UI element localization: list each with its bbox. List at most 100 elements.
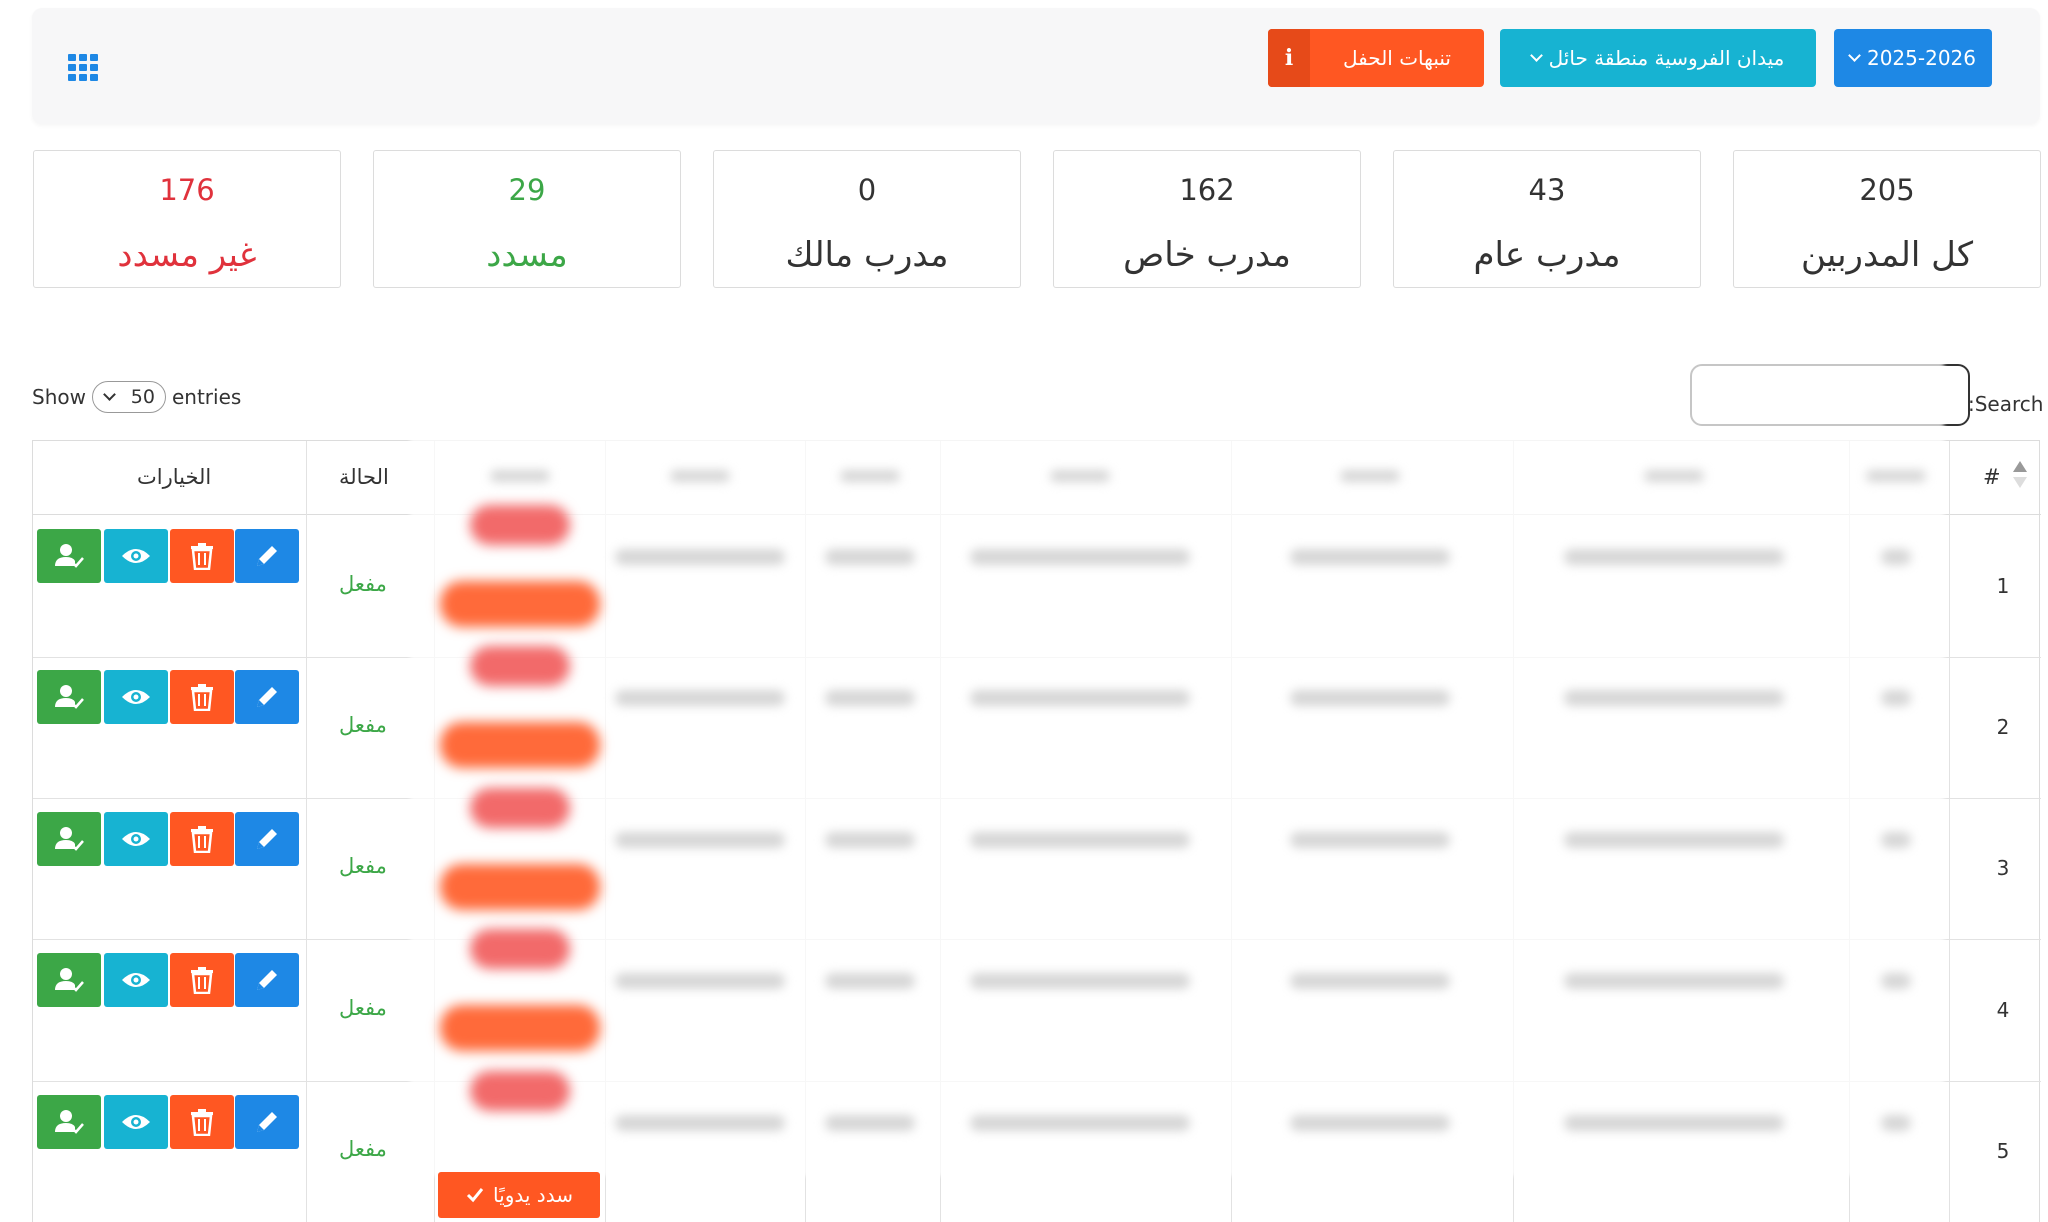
blurred-cell — [970, 832, 1190, 848]
pencil-icon — [257, 546, 277, 566]
blurred-header — [1866, 470, 1926, 482]
blurred-cell — [1564, 973, 1784, 989]
blurred-cell — [970, 690, 1190, 706]
stat-label: كل المدربين — [1800, 235, 1974, 275]
view-button[interactable] — [104, 1095, 168, 1149]
entries-select[interactable]: 50 — [91, 381, 166, 413]
blurred-cell — [970, 1115, 1190, 1131]
delete-button[interactable] — [170, 812, 234, 866]
delete-button[interactable] — [170, 953, 234, 1007]
stat-value: 29 — [508, 173, 546, 207]
stat-label: مسدد — [486, 235, 568, 275]
entries-label: entries — [171, 385, 242, 409]
row-number: 1 — [1996, 574, 2010, 598]
chevron-down-icon — [1848, 49, 1861, 62]
status-badge: مفعل — [339, 854, 387, 878]
blurred-cell — [1564, 1115, 1784, 1131]
eye-icon — [122, 1115, 150, 1129]
eye-icon — [122, 832, 150, 846]
user-check-icon — [55, 1110, 84, 1134]
blurred-cell — [1290, 549, 1450, 565]
assign-user-button[interactable] — [37, 1095, 101, 1149]
edit-button[interactable] — [235, 1095, 299, 1149]
user-check-icon — [55, 827, 84, 851]
blurred-cell — [825, 549, 915, 565]
stat-value: 176 — [159, 173, 215, 207]
show-label: Show — [32, 385, 86, 409]
view-button[interactable] — [104, 529, 168, 583]
status-badge: مفعل — [339, 713, 387, 737]
blurred-cell — [615, 690, 785, 706]
status-badge: مفعل — [339, 572, 387, 596]
blurred-badge — [470, 1071, 570, 1111]
blurred-cell — [970, 549, 1190, 565]
delete-button[interactable] — [170, 1095, 234, 1149]
trash-icon — [191, 826, 213, 853]
stat-value: 162 — [1179, 173, 1235, 207]
stat-value: 0 — [857, 173, 877, 207]
view-button[interactable] — [104, 812, 168, 866]
assign-user-button[interactable] — [37, 670, 101, 724]
blurred-cell — [825, 832, 915, 848]
blurred-cell — [615, 973, 785, 989]
blurred-header — [490, 470, 550, 482]
assign-user-button[interactable] — [37, 812, 101, 866]
row-number: 4 — [1996, 998, 2010, 1022]
status-badge: مفعل — [339, 1137, 387, 1161]
blurred-badge — [470, 646, 570, 686]
stat-label: مدرب عام — [1473, 235, 1621, 275]
blurred-header — [1050, 470, 1110, 482]
blurred-header — [670, 470, 730, 482]
alerts-button[interactable]: i تنبهات الحفل — [1268, 29, 1484, 87]
blurred-cell — [1881, 832, 1911, 848]
view-button[interactable] — [104, 670, 168, 724]
alerts-label: تنبهات الحفل — [1343, 46, 1451, 70]
stat-card-general-trainer[interactable]: 43 مدرب عام — [1393, 150, 1701, 288]
blurred-cell — [1290, 832, 1450, 848]
pencil-icon — [257, 829, 277, 849]
info-icon: i — [1268, 29, 1310, 87]
apps-grid-icon[interactable] — [68, 54, 98, 81]
user-check-icon — [55, 685, 84, 709]
edit-button[interactable] — [235, 812, 299, 866]
edit-button[interactable] — [235, 670, 299, 724]
blurred-badge — [440, 1005, 600, 1051]
stat-card-private-trainer[interactable]: 162 مدرب خاص — [1053, 150, 1361, 288]
blurred-cell — [825, 1115, 915, 1131]
stat-card-owner-trainer[interactable]: 0 مدرب مالك — [713, 150, 1021, 288]
edit-button[interactable] — [235, 953, 299, 1007]
status-badge: مفعل — [339, 996, 387, 1020]
header-number[interactable]: # — [1983, 465, 2001, 489]
eye-icon — [122, 973, 150, 987]
blurred-badge — [440, 581, 600, 627]
blurred-cell — [1564, 549, 1784, 565]
stat-card-unpaid[interactable]: 176 غير مسدد — [33, 150, 341, 288]
user-check-icon — [55, 544, 84, 568]
assign-user-button[interactable] — [37, 529, 101, 583]
year-dropdown[interactable]: 2025-2026 — [1834, 29, 1992, 87]
row-number: 2 — [1996, 715, 2010, 739]
blurred-cell — [615, 832, 785, 848]
manual-pay-button[interactable]: سدد يدويًا — [438, 1172, 600, 1218]
assign-user-button[interactable] — [37, 953, 101, 1007]
pencil-icon — [257, 970, 277, 990]
view-button[interactable] — [104, 953, 168, 1007]
blurred-cell — [615, 1115, 785, 1131]
stat-card-paid[interactable]: 29 مسدد — [373, 150, 681, 288]
header-status[interactable]: الحالة — [339, 465, 389, 489]
sort-icon[interactable] — [2013, 461, 2027, 491]
stat-card-all-trainers[interactable]: 205 كل المدربين — [1733, 150, 2041, 288]
blurred-badge — [440, 864, 600, 910]
user-check-icon — [55, 968, 84, 992]
blurred-cell — [970, 973, 1190, 989]
delete-button[interactable] — [170, 670, 234, 724]
delete-button[interactable] — [170, 529, 234, 583]
trash-icon — [191, 967, 213, 994]
trash-icon — [191, 1109, 213, 1136]
arena-dropdown[interactable]: ميدان الفروسية منطقة حائل — [1500, 29, 1816, 87]
edit-button[interactable] — [235, 529, 299, 583]
stat-label: مدرب مالك — [785, 235, 949, 275]
blurred-badge — [470, 505, 570, 545]
row-number: 3 — [1996, 856, 2010, 880]
blurred-cell — [1881, 690, 1911, 706]
